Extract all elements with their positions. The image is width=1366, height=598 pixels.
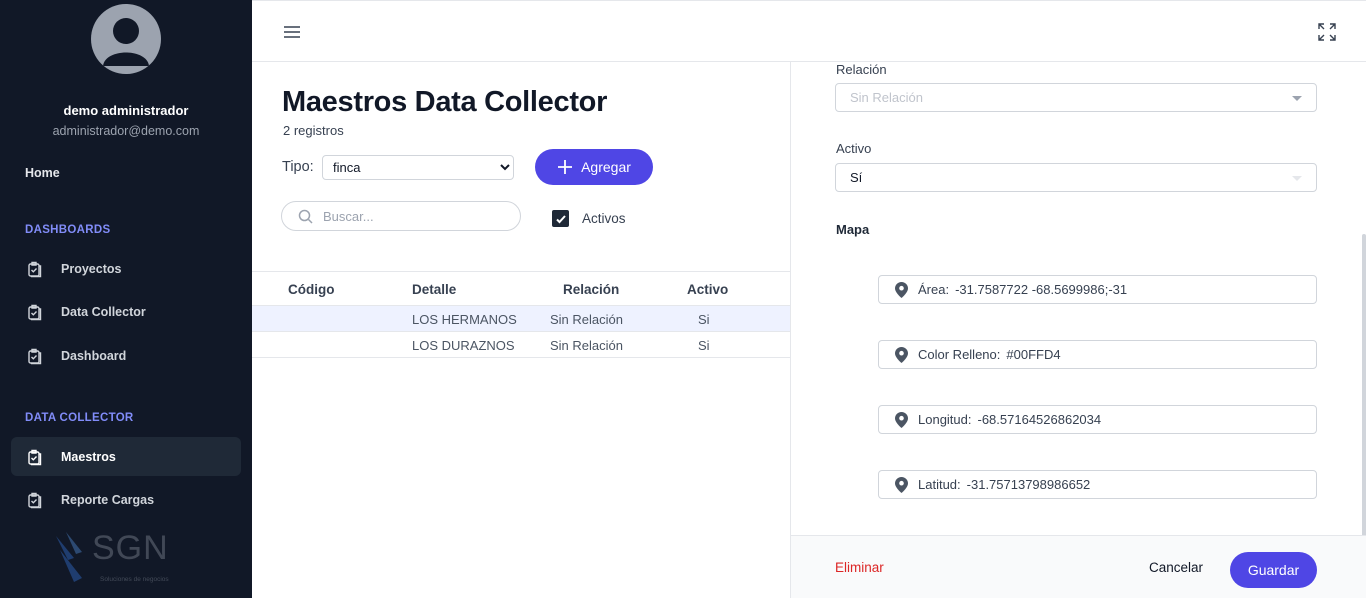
activo-label: Activo bbox=[836, 141, 872, 156]
longitud-value: -68.57164526862034 bbox=[977, 412, 1102, 427]
activos-checkbox[interactable] bbox=[552, 210, 569, 227]
expand-icon bbox=[1318, 23, 1336, 41]
chevron-down-icon bbox=[1292, 176, 1302, 181]
cell-relacion: Sin Relación bbox=[550, 312, 623, 327]
sidebar-item-maestros[interactable]: Maestros bbox=[11, 437, 241, 476]
user-email: administrador@demo.com bbox=[52, 124, 200, 138]
area-value: -31.7587722 -68.5699986;-31 bbox=[955, 282, 1128, 297]
section-dashboards-label: DASHBOARDS bbox=[25, 224, 111, 236]
activos-label: Activos bbox=[582, 211, 626, 226]
table-row[interactable]: LOS HERMANOS Sin Relación Si bbox=[252, 306, 790, 332]
map-pin-icon bbox=[895, 476, 908, 493]
map-pin-icon bbox=[895, 411, 908, 428]
sidebar: demo administrador administrador@demo.co… bbox=[0, 0, 252, 598]
tipo-label: Tipo: bbox=[282, 159, 314, 175]
menu-toggle-button[interactable] bbox=[283, 23, 301, 41]
add-button[interactable]: Agregar bbox=[535, 149, 653, 185]
latitud-label: Latitud: bbox=[918, 477, 961, 492]
latitud-field[interactable]: Latitud: -31.75713798986652 bbox=[878, 470, 1317, 499]
latitud-value: -31.75713798986652 bbox=[966, 477, 1091, 492]
delete-button[interactable]: Eliminar bbox=[835, 560, 884, 575]
fullscreen-button[interactable] bbox=[1318, 23, 1336, 41]
add-button-label: Agregar bbox=[581, 159, 631, 175]
cell-activo: Si bbox=[698, 312, 710, 327]
sidebar-item-data-collector[interactable]: Data Collector bbox=[11, 292, 241, 331]
cell-activo: Si bbox=[698, 338, 710, 353]
page-title: Maestros Data Collector bbox=[282, 86, 608, 118]
chevron-down-icon bbox=[1292, 96, 1302, 101]
column-header-detalle[interactable]: Detalle bbox=[412, 282, 456, 297]
clipboard-check-icon bbox=[25, 490, 45, 510]
cell-detalle: LOS DURAZNOS bbox=[412, 338, 515, 353]
color-relleno-label: Color Relleno: bbox=[918, 347, 1001, 362]
hamburger-icon bbox=[284, 26, 300, 38]
column-header-codigo[interactable]: Código bbox=[288, 282, 335, 297]
activo-select[interactable]: Sí bbox=[835, 163, 1317, 192]
cancel-button[interactable]: Cancelar bbox=[1149, 560, 1203, 575]
section-data-collector-label: DATA COLLECTOR bbox=[25, 412, 134, 424]
clipboard-check-icon bbox=[25, 447, 45, 467]
sidebar-item-label: Maestros bbox=[61, 449, 116, 464]
detail-panel: Relación Sin Relación Activo Sí Mapa Áre… bbox=[790, 62, 1366, 598]
sidebar-item-reporte-cargas[interactable]: Reporte Cargas bbox=[11, 480, 241, 519]
sgn-logo-icon bbox=[56, 532, 82, 582]
map-pin-icon bbox=[895, 281, 908, 298]
sidebar-item-home[interactable]: Home bbox=[25, 166, 60, 180]
record-count: 2 registros bbox=[283, 123, 344, 138]
topbar bbox=[252, 0, 1366, 62]
longitud-label: Longitud: bbox=[918, 412, 972, 427]
table-row[interactable]: LOS DURAZNOS Sin Relación Si bbox=[252, 332, 790, 358]
search-icon bbox=[298, 209, 313, 224]
area-field[interactable]: Área: -31.7587722 -68.5699986;-31 bbox=[878, 275, 1317, 304]
save-button[interactable]: Guardar bbox=[1230, 552, 1317, 588]
user-name: demo administrador bbox=[63, 103, 189, 118]
records-table: Código Detalle Relación Activo LOS HERMA… bbox=[252, 271, 790, 358]
mapa-label: Mapa bbox=[836, 222, 870, 237]
company-logo: SGN Soluciones de negocios bbox=[52, 530, 169, 586]
relacion-select-value: Sin Relación bbox=[850, 90, 923, 105]
column-header-activo[interactable]: Activo bbox=[687, 282, 728, 297]
cell-relacion: Sin Relación bbox=[550, 338, 623, 353]
search-input[interactable] bbox=[323, 208, 503, 224]
avatar[interactable] bbox=[91, 4, 161, 74]
sidebar-item-label: Reporte Cargas bbox=[61, 492, 155, 507]
column-header-relacion[interactable]: Relación bbox=[563, 282, 619, 297]
user-avatar-icon bbox=[103, 18, 149, 66]
map-pin-icon bbox=[895, 346, 908, 363]
checkmark-icon bbox=[555, 214, 566, 223]
clipboard-check-icon bbox=[25, 302, 45, 322]
sidebar-item-label: Dashboard bbox=[61, 348, 127, 363]
sidebar-item-label: Data Collector bbox=[61, 304, 146, 319]
plus-icon bbox=[558, 160, 573, 174]
relacion-label: Relación bbox=[836, 62, 887, 77]
search-box bbox=[281, 201, 521, 231]
sidebar-item-dashboard[interactable]: Dashboard bbox=[11, 336, 241, 375]
sidebar-item-proyectos[interactable]: Proyectos bbox=[11, 249, 241, 288]
clipboard-check-icon bbox=[25, 346, 45, 366]
table-header: Código Detalle Relación Activo bbox=[252, 272, 790, 306]
tipo-select[interactable]: finca bbox=[322, 155, 514, 180]
logo-subtitle: Soluciones de negocios bbox=[100, 576, 169, 583]
activo-select-value: Sí bbox=[850, 170, 863, 185]
color-relleno-value: #00FFD4 bbox=[1006, 347, 1061, 362]
logo-text: SGN bbox=[92, 529, 169, 567]
longitud-field[interactable]: Longitud: -68.57164526862034 bbox=[878, 405, 1317, 434]
sidebar-item-label: Proyectos bbox=[61, 261, 122, 276]
clipboard-check-icon bbox=[25, 259, 45, 279]
relacion-select[interactable]: Sin Relación bbox=[835, 83, 1317, 112]
detail-footer: Eliminar Cancelar Guardar bbox=[791, 535, 1366, 598]
area-label: Área: bbox=[918, 282, 950, 297]
cell-detalle: LOS HERMANOS bbox=[412, 312, 517, 327]
color-relleno-field[interactable]: Color Relleno: #00FFD4 bbox=[878, 340, 1317, 369]
